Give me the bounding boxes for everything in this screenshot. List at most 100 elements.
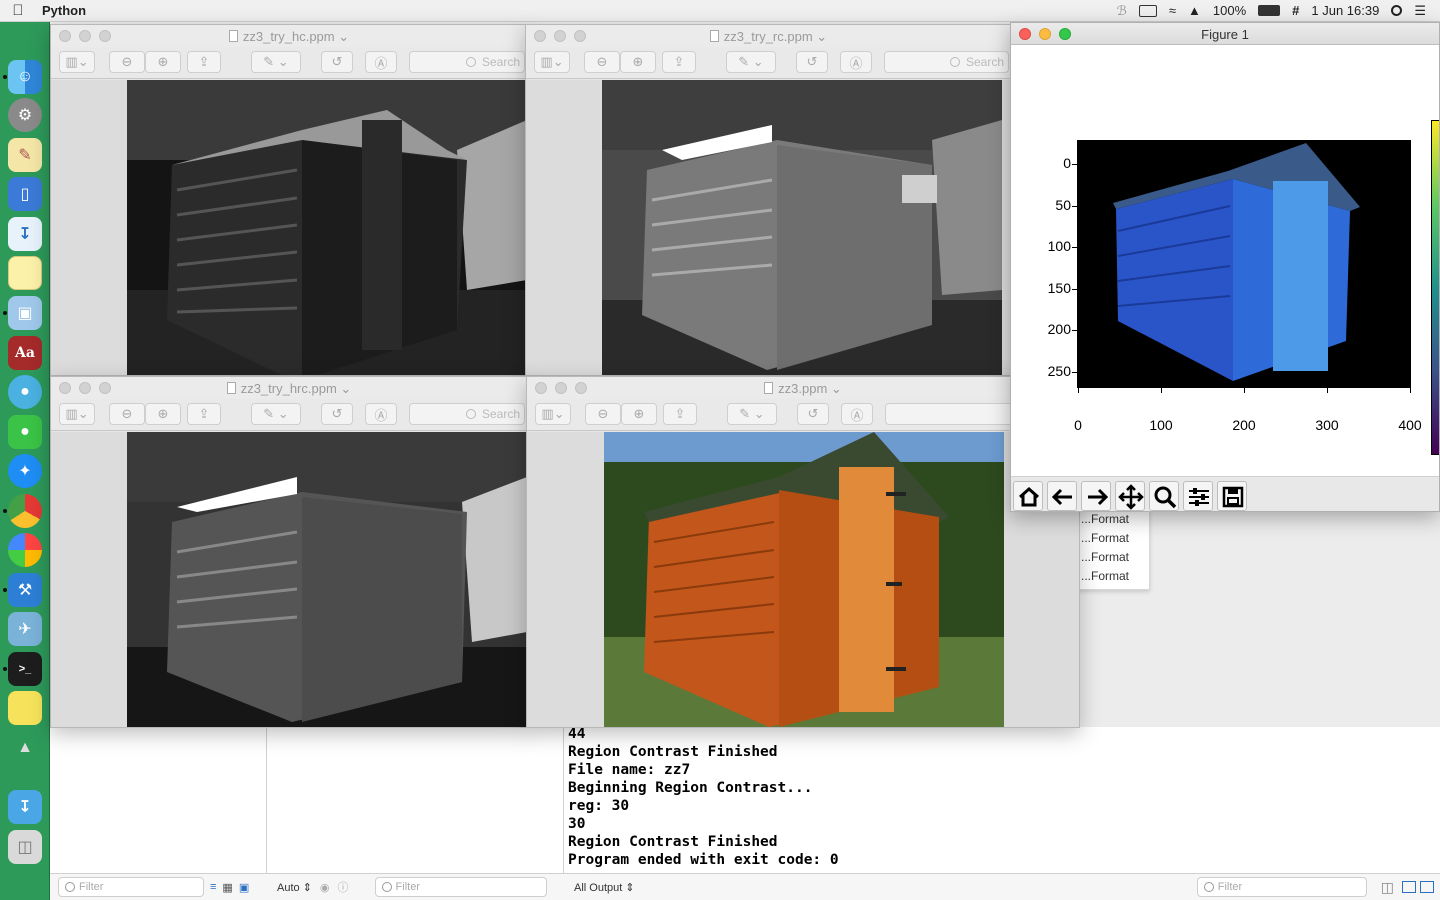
- recent-icon[interactable]: ▣: [239, 881, 249, 894]
- save-figure-button[interactable]: [1217, 481, 1247, 511]
- home-button[interactable]: [1013, 481, 1043, 511]
- console-filter[interactable]: Filter: [1196, 877, 1367, 897]
- finder-search-icon[interactable]: ●: [8, 375, 42, 409]
- annotate-button[interactable]: Ⓐ: [365, 51, 397, 73]
- matplotlib-figure-window[interactable]: Figure 1 0 50 100 150 200 250 0 100 200 300 400: [1010, 22, 1440, 512]
- xcode-install-icon[interactable]: ↧: [8, 217, 42, 251]
- battery-percent[interactable]: 100%: [1213, 3, 1246, 18]
- markup-button[interactable]: ✎ ⌄: [726, 51, 776, 73]
- search-field[interactable]: Search: [409, 403, 525, 425]
- titlebar[interactable]: Figure 1: [1011, 23, 1439, 45]
- battery-icon[interactable]: [1258, 5, 1281, 16]
- format-list-item[interactable]: ...Format: [1079, 548, 1149, 567]
- format-list-item[interactable]: ...Format: [1079, 510, 1149, 529]
- output-select[interactable]: All Output ⇕: [574, 881, 635, 894]
- notification-center-icon[interactable]: ☰: [1414, 3, 1426, 19]
- trash-console-icon[interactable]: ◫: [1381, 879, 1394, 896]
- shed-image-hc: [127, 80, 527, 375]
- zoom-in-button[interactable]: ⊕: [621, 403, 657, 425]
- xcode-icon[interactable]: ⚒: [8, 573, 42, 607]
- info-icon[interactable]: ⓘ: [338, 879, 349, 895]
- eye-icon[interactable]: ◉: [320, 881, 330, 894]
- share-button[interactable]: ⇪: [662, 51, 696, 73]
- forward-button[interactable]: [1081, 481, 1111, 511]
- trash-icon[interactable]: ◫: [8, 830, 42, 864]
- titlebar[interactable]: zz3.ppm ⌄: [527, 377, 1079, 399]
- zoom-out-button[interactable]: ⊖: [109, 403, 145, 425]
- history-icon[interactable]: ▦: [222, 881, 232, 894]
- stickies-icon[interactable]: [8, 691, 42, 725]
- zoom-in-button[interactable]: ⊕: [620, 51, 656, 73]
- keynote-icon[interactable]: ▯: [8, 177, 42, 211]
- annotate-button[interactable]: Ⓐ: [365, 403, 397, 425]
- finder-icon[interactable]: ☺: [8, 60, 42, 94]
- plot-axes[interactable]: 0 50 100 150 200 250 0 100 200 300 400: [1011, 45, 1439, 475]
- keyboard-icon[interactable]: [1138, 4, 1157, 17]
- zoom-in-button[interactable]: ⊕: [145, 403, 181, 425]
- pan-button[interactable]: [1115, 481, 1145, 511]
- split-right-icon[interactable]: [1420, 881, 1434, 893]
- sidebar-toggle-button[interactable]: ▥⌄: [59, 51, 95, 73]
- search-field[interactable]: Search: [884, 51, 1009, 73]
- preview-window-orig[interactable]: zz3.ppm ⌄ ▥⌄⊖⊕⇪✎ ⌄↺ⒶSearch: [526, 376, 1080, 728]
- safari-icon[interactable]: ✦: [8, 454, 42, 488]
- split-left-icon[interactable]: [1402, 881, 1416, 893]
- scope-icon[interactable]: ≡: [210, 881, 216, 893]
- downloads-icon[interactable]: ↧: [8, 790, 42, 824]
- system-preferences-icon[interactable]: ⚙: [8, 98, 42, 132]
- dictionary-icon[interactable]: Aa: [8, 336, 42, 370]
- preview-alt-icon[interactable]: ✈: [8, 612, 42, 646]
- clock[interactable]: 1 Jun 16:39: [1311, 3, 1379, 18]
- apple-menu-icon[interactable]: : [0, 2, 36, 19]
- titlebar[interactable]: zz3_try_hrc.ppm ⌄: [51, 377, 527, 399]
- titlebar[interactable]: zz3_try_hc.ppm ⌄: [51, 25, 527, 47]
- share-button[interactable]: ⇪: [187, 51, 221, 73]
- zoom-in-button[interactable]: ⊕: [145, 51, 181, 73]
- auto-select[interactable]: Auto ⇕: [277, 881, 312, 894]
- sidebar-toggle-button[interactable]: ▥⌄: [59, 403, 95, 425]
- search-field[interactable]: Search: [409, 51, 525, 73]
- sidebar-toggle-button[interactable]: ▥⌄: [534, 51, 570, 73]
- sidebar-toggle-button[interactable]: ▥⌄: [535, 403, 571, 425]
- input-method-icon[interactable]: #: [1292, 3, 1299, 18]
- rotate-button[interactable]: ↺: [321, 403, 353, 425]
- console-output[interactable]: 44 Region Contrast Finished File name: zz7…: [568, 725, 839, 869]
- format-list-item[interactable]: ...Format: [1079, 567, 1149, 586]
- navigator-filter[interactable]: Filter: [58, 877, 204, 897]
- rotate-button[interactable]: ↺: [797, 403, 829, 425]
- preview-icon[interactable]: ▣: [8, 296, 42, 330]
- spotlight-icon[interactable]: [1391, 5, 1403, 16]
- annotate-button[interactable]: Ⓐ: [841, 403, 873, 425]
- annotate-button[interactable]: Ⓐ: [840, 51, 872, 73]
- app-menu-name[interactable]: Python: [42, 3, 86, 18]
- photos-icon[interactable]: [8, 533, 42, 567]
- markup-button[interactable]: ✎ ⌄: [727, 403, 777, 425]
- markup-button[interactable]: ✎ ⌄: [251, 403, 301, 425]
- chrome-icon[interactable]: [8, 494, 42, 528]
- back-button[interactable]: [1047, 481, 1077, 511]
- rocket-icon[interactable]: ▲: [8, 731, 42, 765]
- wifi-icon[interactable]: ≈: [1169, 3, 1176, 18]
- textedit-icon[interactable]: ✎: [8, 138, 42, 172]
- rotate-button[interactable]: ↺: [796, 51, 828, 73]
- titlebar[interactable]: zz3_try_rc.ppm ⌄: [526, 25, 1011, 47]
- volume-icon[interactable]: ▲: [1188, 3, 1201, 18]
- share-button[interactable]: ⇪: [187, 403, 221, 425]
- configure-subplots-button[interactable]: [1183, 481, 1213, 511]
- bluetooth-icon[interactable]: ℬ: [1117, 3, 1127, 19]
- notes-icon[interactable]: [8, 256, 42, 290]
- zoom-rect-button[interactable]: [1149, 481, 1179, 511]
- rotate-button[interactable]: ↺: [321, 51, 353, 73]
- terminal-icon[interactable]: >_: [8, 652, 42, 686]
- zoom-out-button[interactable]: ⊖: [584, 51, 620, 73]
- preview-window-hc[interactable]: zz3_try_hc.ppm ⌄ ▥⌄ ⊖ ⊕ ⇪ ✎ ⌄ ↺ Ⓐ Search: [50, 24, 528, 376]
- share-button[interactable]: ⇪: [663, 403, 697, 425]
- zoom-out-button[interactable]: ⊖: [109, 51, 145, 73]
- wechat-icon[interactable]: ●: [8, 415, 42, 449]
- preview-window-rc[interactable]: zz3_try_rc.ppm ⌄ ▥⌄ ⊖ ⊕ ⇪ ✎ ⌄ ↺ Ⓐ Search: [525, 24, 1012, 376]
- variables-filter[interactable]: Filter: [374, 877, 547, 897]
- format-list-item[interactable]: ...Format: [1079, 529, 1149, 548]
- preview-window-hrc[interactable]: zz3_try_hrc.ppm ⌄ ▥⌄ ⊖ ⊕ ⇪ ✎ ⌄ ↺ Ⓐ Search: [50, 376, 528, 728]
- markup-button[interactable]: ✎ ⌄: [251, 51, 301, 73]
- zoom-out-button[interactable]: ⊖: [585, 403, 621, 425]
